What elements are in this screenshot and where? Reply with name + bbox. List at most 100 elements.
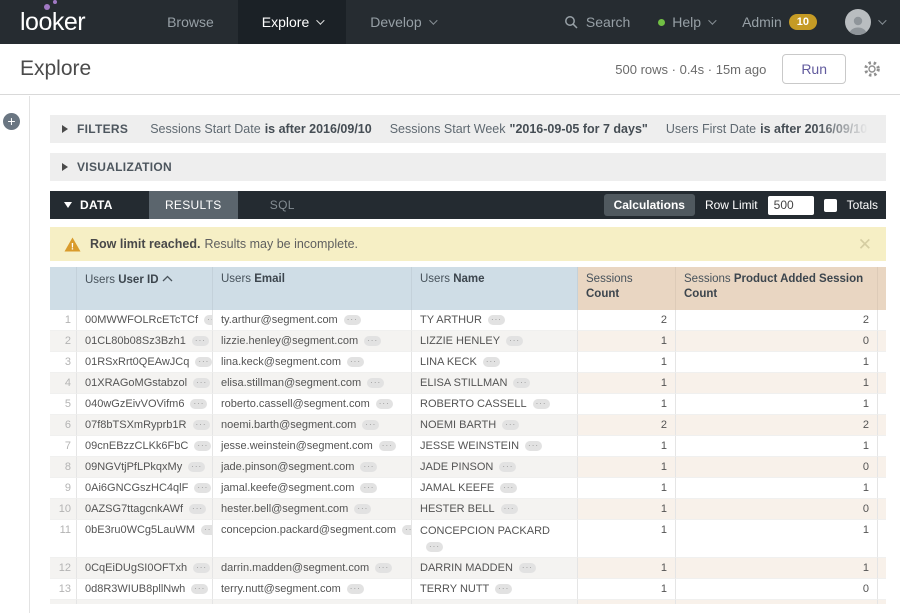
cell-menu-icon[interactable]: ··· — [194, 441, 211, 451]
cell-user-id[interactable]: 0bE3ru0WCg5LauWM··· — [77, 520, 213, 558]
calculations-button[interactable]: Calculations — [604, 194, 695, 216]
cell-sessions-count[interactable]: 1 — [578, 499, 676, 520]
cell-name[interactable]: JADE PINSON··· — [412, 457, 578, 478]
admin-menu[interactable]: Admin 10 — [742, 14, 817, 30]
cell-product-added-count[interactable]: 1 — [676, 352, 878, 373]
cell-email[interactable]: terry.nutt@segment.com··· — [213, 579, 412, 600]
cell-sessions-count[interactable]: 1 — [578, 478, 676, 499]
cell-sessions-count[interactable]: 1 — [578, 352, 676, 373]
cell-menu-icon[interactable]: ··· — [360, 483, 377, 493]
cell-product-added-count[interactable]: 0 — [676, 331, 878, 352]
cell-name[interactable]: ROBERTO CASSELL··· — [412, 394, 578, 415]
close-icon[interactable]: ✕ — [858, 236, 872, 253]
filter-item[interactable]: Sessions Start Dateis after 2016/09/10 — [150, 122, 372, 136]
cell-name[interactable]: NOEMI BARTH··· — [412, 415, 578, 436]
cell-menu-icon[interactable]: ··· — [367, 378, 384, 388]
cell-name[interactable]: HESTER BELL··· — [412, 499, 578, 520]
cell-user-id[interactable]: 0Ai6GNCGszHC4qlF··· — [77, 478, 213, 499]
nav-item-browse[interactable]: Browse — [143, 0, 238, 44]
filter-item[interactable]: Users First Dateis after 2016/09/10 — [666, 122, 867, 136]
cell-menu-icon[interactable]: ··· — [483, 357, 500, 367]
cell-menu-icon[interactable]: ··· — [506, 336, 523, 346]
tab-sql[interactable]: SQL — [238, 191, 327, 219]
cell-email[interactable]: concepcion.packard@segment.com··· — [213, 520, 412, 558]
cell-menu-icon[interactable]: ··· — [499, 462, 516, 472]
cell-sessions-count[interactable]: 1 — [578, 436, 676, 457]
cell-name[interactable]: JESSE WEINSTEIN··· — [412, 436, 578, 457]
cell-name[interactable]: TERRY NUTT··· — [412, 579, 578, 600]
help-menu[interactable]: Help — [658, 14, 714, 30]
row-limit-input[interactable] — [768, 196, 814, 215]
cell-email[interactable]: jade.pinson@segment.com··· — [213, 457, 412, 478]
user-menu[interactable] — [845, 9, 884, 35]
cell-sessions-count[interactable]: 1 — [578, 331, 676, 352]
cell-user-id[interactable]: 00MWWFOLRcETcTCf··· — [77, 310, 213, 331]
cell-user-id[interactable]: 0CqEiDUgSI0OFTxh··· — [77, 558, 213, 579]
filters-section-bar[interactable]: FILTERS Sessions Start Dateis after 2016… — [50, 115, 886, 143]
cell-menu-icon[interactable]: ··· — [501, 504, 518, 514]
cell-email[interactable]: hester.bell@segment.com··· — [213, 499, 412, 520]
search-button[interactable]: Search — [563, 14, 630, 30]
cell-user-id[interactable]: 01RSxRrt0QEAwJCq··· — [77, 352, 213, 373]
cell-menu-icon[interactable]: ··· — [519, 563, 536, 573]
cell-menu-icon[interactable]: ··· — [188, 462, 205, 472]
cell-menu-icon[interactable]: ··· — [495, 584, 512, 594]
cell-product-added-count[interactable]: 0 — [676, 499, 878, 520]
filter-item[interactable]: Sessions Start Week"2016-09-05 for 7 day… — [390, 122, 648, 136]
cell-product-added-count[interactable]: 2 — [676, 310, 878, 331]
cell-product-added-count[interactable]: 1 — [676, 478, 878, 499]
column-header-user-id[interactable]: Users User ID — [77, 267, 213, 310]
cell-product-added-count[interactable]: 1 — [676, 436, 878, 457]
cell-email[interactable]: ty.arthur@segment.com··· — [213, 310, 412, 331]
cell-menu-icon[interactable]: ··· — [190, 399, 207, 409]
cell-menu-icon[interactable]: ··· — [379, 441, 396, 451]
cell-menu-icon[interactable]: ··· — [426, 542, 443, 552]
column-header-email[interactable]: Users Email — [213, 267, 412, 310]
cell-menu-icon[interactable]: ··· — [192, 336, 209, 346]
cell-email[interactable]: noemi.barth@segment.com··· — [213, 415, 412, 436]
cell-email[interactable]: lizzie.henley@segment.com··· — [213, 331, 412, 352]
cell-name[interactable]: LIZZIE HENLEY··· — [412, 331, 578, 352]
cell-sessions-count[interactable]: 1 — [578, 558, 676, 579]
cell-name[interactable]: DARRIN MADDEN··· — [412, 558, 578, 579]
cell-product-added-count[interactable]: 1 — [676, 520, 878, 558]
cell-user-id[interactable]: 0AZSG7ttagcnkAWf··· — [77, 499, 213, 520]
cell-menu-icon[interactable]: ··· — [191, 584, 208, 594]
cell-menu-icon[interactable]: ··· — [402, 525, 412, 535]
cell-email[interactable]: jamal.keefe@segment.com··· — [213, 478, 412, 499]
cell-name[interactable]: ELISA STILLMAN··· — [412, 373, 578, 394]
cell-menu-icon[interactable]: ··· — [533, 399, 550, 409]
cell-menu-icon[interactable]: ··· — [194, 483, 211, 493]
nav-item-develop[interactable]: Develop — [346, 0, 458, 44]
cell-menu-icon[interactable]: ··· — [193, 420, 210, 430]
cell-name[interactable]: TY ARTHUR··· — [412, 310, 578, 331]
cell-menu-icon[interactable]: ··· — [364, 336, 381, 346]
nav-item-explore[interactable]: Explore — [238, 0, 346, 44]
cell-user-id[interactable]: 07f8bTSXmRyprb1R··· — [77, 415, 213, 436]
filter-item[interactable]: Users — [885, 122, 886, 136]
visualization-section-bar[interactable]: VISUALIZATION — [50, 153, 886, 181]
cell-menu-icon[interactable]: ··· — [195, 357, 212, 367]
cell-name[interactable]: LINA KECK··· — [412, 352, 578, 373]
cell-sessions-count[interactable]: 2 — [578, 415, 676, 436]
cell-menu-icon[interactable]: ··· — [513, 378, 530, 388]
cell-menu-icon[interactable]: ··· — [500, 483, 517, 493]
cell-menu-icon[interactable]: ··· — [193, 563, 210, 573]
cell-user-id[interactable]: 040wGzEivVOVifm6··· — [77, 394, 213, 415]
cell-menu-icon[interactable]: ··· — [347, 357, 364, 367]
cell-email[interactable]: elisa.stillman@segment.com··· — [213, 373, 412, 394]
cell-user-id[interactable]: 09NGVtjPfLPkqxMy··· — [77, 457, 213, 478]
cell-user-id[interactable]: 09cnEBzzCLKk6FbC··· — [77, 436, 213, 457]
totals-checkbox[interactable] — [824, 199, 837, 212]
cell-user-id[interactable]: 01CL80b08Sz3Bzh1··· — [77, 331, 213, 352]
cell-sessions-count[interactable]: 1 — [578, 394, 676, 415]
cell-email[interactable]: jesse.weinstein@segment.com··· — [213, 436, 412, 457]
cell-menu-icon[interactable]: ··· — [347, 584, 364, 594]
cell-sessions-count[interactable]: 1 — [578, 579, 676, 600]
cell-menu-icon[interactable]: ··· — [360, 462, 377, 472]
cell-menu-icon[interactable]: ··· — [502, 420, 519, 430]
cell-product-added-count[interactable]: 1 — [676, 373, 878, 394]
column-header-name[interactable]: Users Name — [412, 267, 578, 310]
cell-menu-icon[interactable]: ··· — [376, 399, 393, 409]
column-header-count[interactable]: Sessions Count — [578, 267, 676, 310]
